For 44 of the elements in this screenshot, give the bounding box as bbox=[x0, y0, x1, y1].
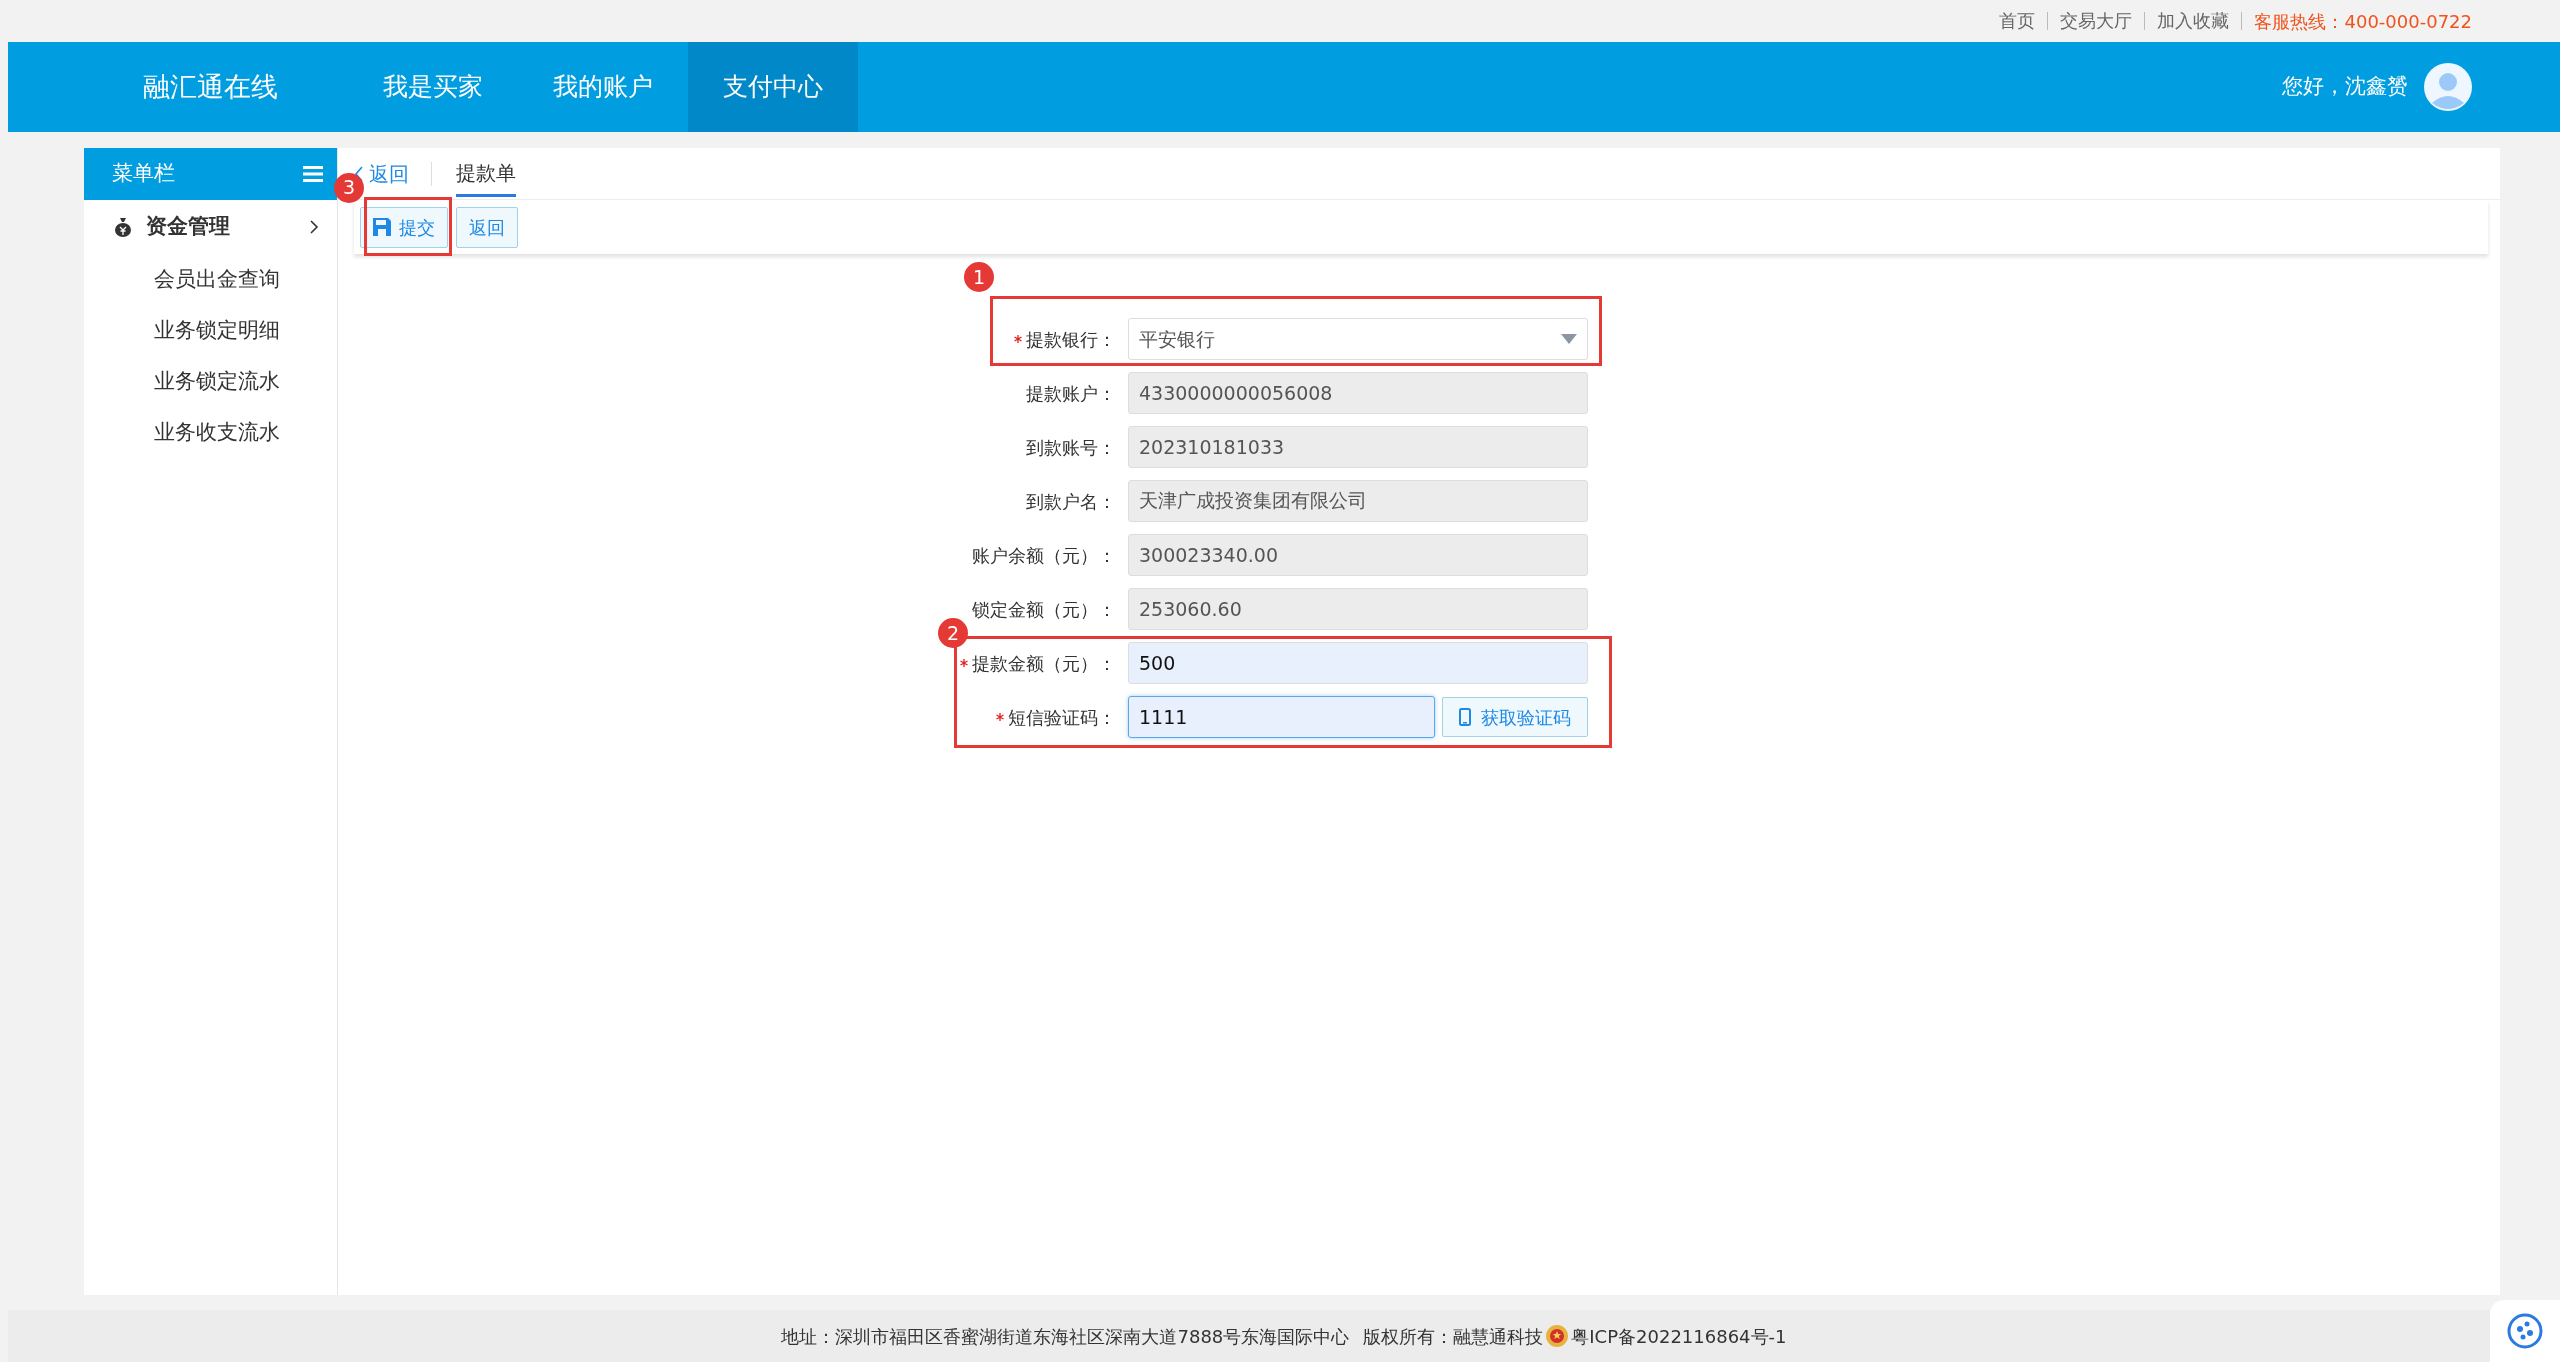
top-link[interactable]: 加入收藏 bbox=[2157, 12, 2243, 30]
greeting-text: 您好，沈鑫赟 bbox=[2282, 73, 2408, 101]
hotline-text: 客服热线：400-000-0722 bbox=[2254, 9, 2472, 34]
sidebar-item[interactable]: 会员出金查询 bbox=[84, 254, 337, 305]
emblem-icon bbox=[1545, 1324, 1570, 1348]
input-field[interactable]: 天津广成投资集团有限公司 bbox=[1128, 480, 1588, 522]
sidebar-item[interactable]: 业务收支流水 bbox=[84, 407, 337, 458]
field-label: 短信验证码： bbox=[1008, 705, 1116, 730]
phone-icon bbox=[1459, 708, 1471, 726]
avatar-icon[interactable] bbox=[2424, 63, 2472, 111]
get-code-button[interactable]: 获取验证码 bbox=[1442, 697, 1588, 737]
sidebar-item[interactable]: 业务锁定流水 bbox=[84, 356, 337, 407]
sidebar-group[interactable]: 资金管理 bbox=[84, 200, 337, 254]
field-label: 锁定金额（元）： bbox=[972, 597, 1116, 622]
sidebar-title: 菜单栏 bbox=[112, 160, 175, 188]
back-button[interactable]: 返回 bbox=[456, 206, 518, 248]
field-label: 提款金额（元）： bbox=[972, 651, 1116, 676]
sidebar-item[interactable]: 业务锁定明细 bbox=[84, 305, 337, 356]
chevron-right-icon bbox=[309, 219, 319, 235]
top-link[interactable]: 首页 bbox=[1999, 12, 2049, 30]
nav-item[interactable]: 支付中心 bbox=[688, 42, 858, 132]
field-label: 账户余额（元）： bbox=[972, 543, 1116, 568]
code-field[interactable]: 1111 bbox=[1128, 696, 1435, 738]
submit-button[interactable]: 提交 bbox=[360, 206, 448, 248]
input-field[interactable]: 202310181033 bbox=[1128, 426, 1588, 468]
money-bag-icon bbox=[114, 217, 132, 237]
assistant-icon[interactable] bbox=[2507, 1313, 2543, 1349]
input-field[interactable]: 4330000000056008 bbox=[1128, 372, 1588, 414]
menu-icon[interactable] bbox=[303, 166, 323, 182]
field-label: 到款户名： bbox=[1026, 489, 1116, 514]
field-label: 提款账户： bbox=[1026, 381, 1116, 406]
copyright-text: 版权所有：融慧通科技 bbox=[1363, 1324, 1544, 1349]
dropdown-arrow-icon bbox=[1561, 334, 1577, 344]
field-label: 到款账号： bbox=[1026, 435, 1116, 460]
save-icon bbox=[373, 218, 391, 236]
tab[interactable]: 提款单 bbox=[456, 150, 516, 197]
input-field[interactable]: 300023340.00 bbox=[1128, 534, 1588, 576]
input-field[interactable]: 253060.60 bbox=[1128, 588, 1588, 630]
icp-link[interactable]: 粤ICP备2022116864号-1 bbox=[1571, 1322, 1787, 1350]
bank-dropdown[interactable]: 平安银行 bbox=[1128, 318, 1588, 360]
top-link[interactable]: 交易大厅 bbox=[2060, 12, 2146, 30]
input-field[interactable]: 500 bbox=[1128, 642, 1588, 684]
address-text: 地址：深圳市福田区香蜜湖街道东海社区深南大道7888号东海国际中心 bbox=[781, 1324, 1350, 1349]
field-label: 提款银行： bbox=[1026, 327, 1116, 352]
